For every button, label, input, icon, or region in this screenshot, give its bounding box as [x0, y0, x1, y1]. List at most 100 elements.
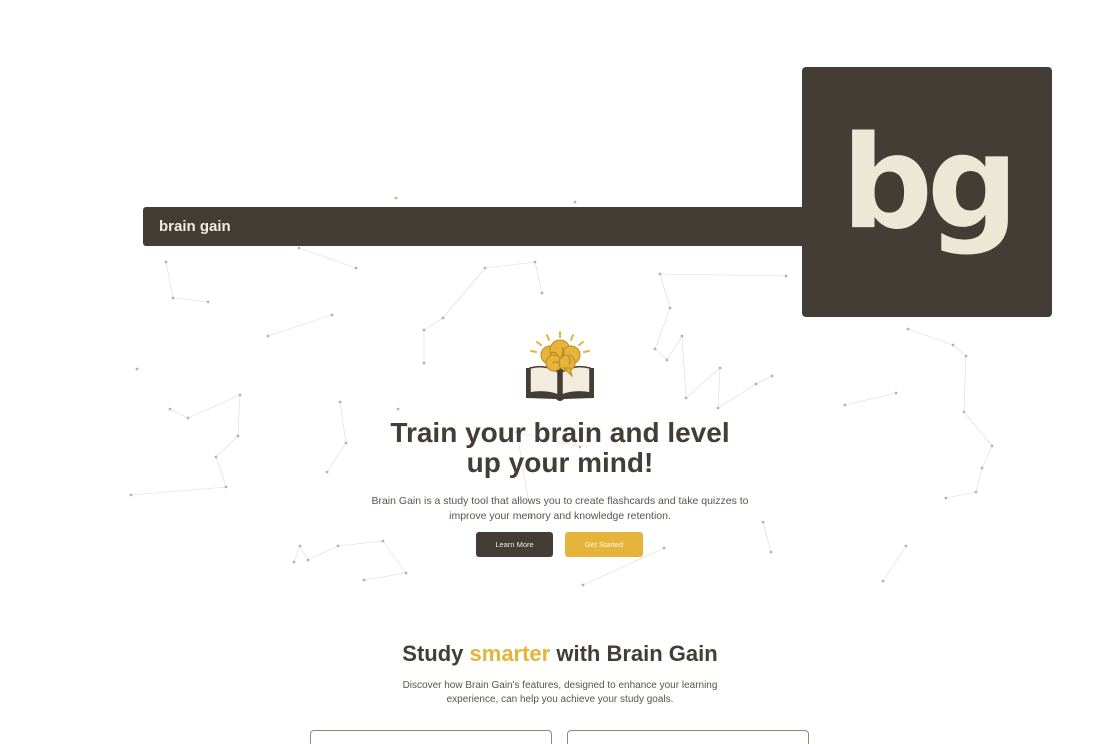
network-node	[441, 316, 445, 320]
network-node	[533, 260, 537, 264]
network-link	[762, 521, 772, 553]
network-link	[215, 456, 227, 488]
network-node	[306, 558, 310, 562]
network-link	[654, 348, 668, 361]
features-subtitle: Discover how Brain Gain's features, desi…	[380, 679, 740, 707]
network-link	[165, 261, 174, 299]
network-link	[382, 540, 407, 574]
brand-name[interactable]: brain gain	[159, 218, 231, 235]
network-node	[680, 334, 684, 338]
network-link	[307, 545, 339, 561]
network-node	[906, 327, 910, 331]
network-node	[206, 300, 210, 304]
network-node	[330, 313, 334, 317]
network-node	[129, 493, 133, 497]
network-node	[665, 358, 669, 362]
features-title: Study smarter with Brain Gain	[300, 641, 820, 667]
learn-more-button[interactable]: Learn More	[476, 532, 553, 557]
network-link	[659, 273, 787, 277]
network-node	[381, 539, 385, 543]
features-subtitle-line-2: experience, can help you achieve your st…	[446, 694, 674, 705]
feature-card	[567, 730, 809, 744]
network-node	[354, 266, 358, 270]
network-node	[581, 583, 585, 587]
features-title-start: Study	[402, 641, 470, 666]
navbar: brain gain	[143, 207, 843, 246]
network-link	[237, 394, 241, 437]
network-link	[337, 540, 384, 547]
network-node	[944, 496, 948, 500]
network-link	[659, 273, 671, 309]
logo-text: bg	[841, 109, 1018, 258]
network-link	[981, 445, 993, 469]
network-node	[718, 366, 722, 370]
network-node	[881, 579, 885, 583]
network-link	[534, 261, 543, 294]
network-node	[238, 393, 242, 397]
network-node	[684, 396, 688, 400]
network-link	[654, 307, 671, 350]
network-link	[484, 261, 536, 269]
network-link	[963, 355, 967, 413]
network-node	[894, 391, 898, 395]
network-link	[882, 545, 907, 582]
network-node	[404, 571, 408, 575]
network-node	[214, 455, 218, 459]
network-node	[540, 291, 544, 295]
network-link	[717, 383, 757, 409]
features-title-accent: smarter	[469, 641, 551, 666]
network-node	[135, 367, 139, 371]
network-link	[215, 435, 239, 458]
network-node	[843, 403, 847, 407]
network-node	[396, 407, 400, 411]
network-node	[990, 444, 994, 448]
network-node	[186, 416, 190, 420]
network-node	[964, 354, 968, 358]
network-link	[299, 545, 309, 561]
network-node	[298, 544, 302, 548]
network-node	[483, 266, 487, 270]
network-node	[164, 260, 168, 264]
network-node	[171, 296, 175, 300]
network-node	[236, 434, 240, 438]
network-node	[297, 246, 301, 250]
hero-title: Train your brain and level up your mind!	[330, 418, 790, 478]
features-title-end: with Brain Gain	[550, 641, 718, 666]
network-node	[422, 361, 426, 365]
get-started-button[interactable]: Get Started	[565, 532, 643, 557]
network-link	[172, 297, 209, 303]
network-link	[666, 335, 683, 361]
network-node	[292, 560, 296, 564]
network-node	[668, 306, 672, 310]
network-node	[168, 407, 172, 411]
network-node	[224, 485, 228, 489]
network-node	[784, 274, 788, 278]
network-node	[904, 544, 908, 548]
network-node	[769, 550, 773, 554]
network-link	[130, 486, 227, 496]
hero-subtitle-line-2: improve your memory and knowledge retent…	[449, 509, 671, 522]
brain-book-icon	[526, 331, 594, 401]
network-node	[573, 200, 577, 204]
network-node	[980, 466, 984, 470]
network-node	[338, 400, 342, 404]
network-link	[298, 247, 357, 269]
network-link	[685, 367, 721, 399]
network-node	[962, 410, 966, 414]
network-node	[658, 272, 662, 276]
network-node	[325, 470, 329, 474]
network-node	[754, 382, 758, 386]
hero-subtitle-line-1: Brain Gain is a study tool that allows y…	[371, 495, 749, 507]
network-link	[963, 411, 993, 447]
network-link	[169, 408, 189, 419]
network-node	[974, 490, 978, 494]
feature-card	[310, 730, 552, 744]
network-link	[423, 317, 444, 331]
network-link	[975, 467, 983, 493]
network-link	[363, 572, 407, 581]
network-node	[266, 334, 270, 338]
network-link	[267, 314, 333, 337]
hero-title-line-1: Train your brain and level	[390, 417, 730, 448]
network-node	[362, 578, 366, 582]
network-node	[951, 343, 955, 347]
